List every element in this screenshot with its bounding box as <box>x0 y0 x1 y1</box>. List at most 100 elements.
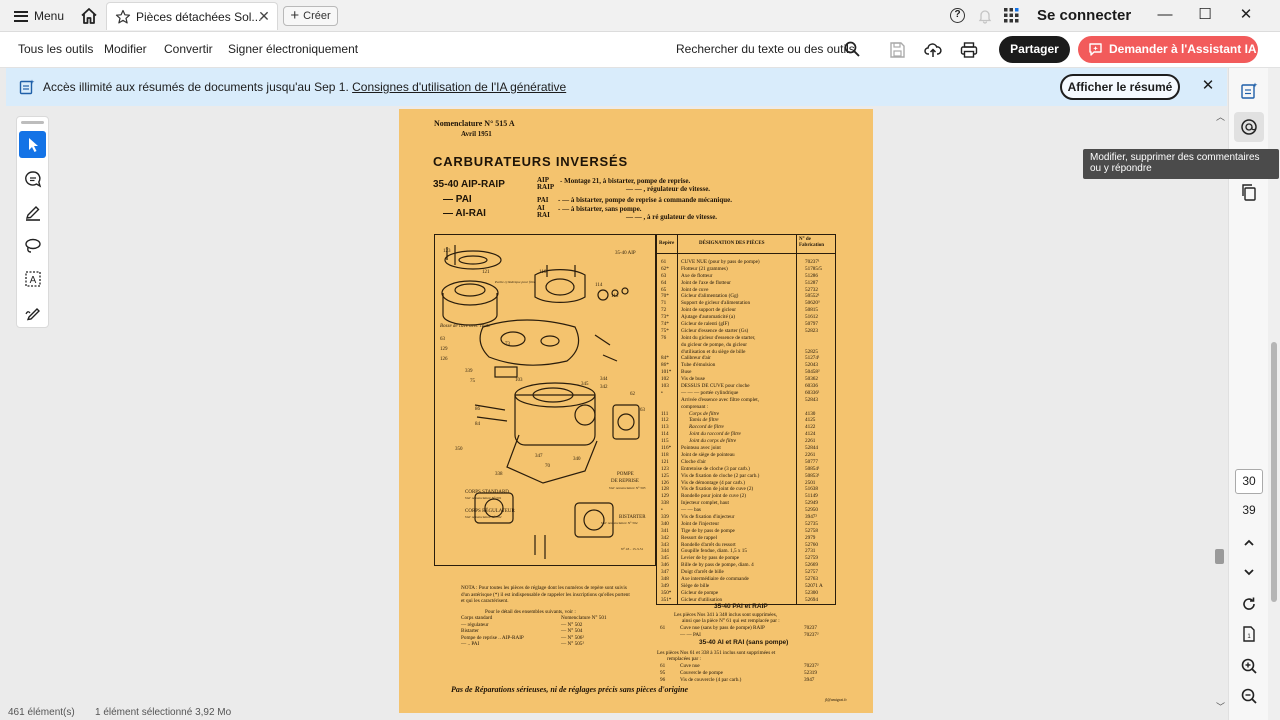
table-row: 113 Raccord de filtre 4122 <box>657 424 835 431</box>
highlight-tool-button[interactable] <box>19 198 46 225</box>
document-tab[interactable]: Pièces détachées Sol... ✕ <box>106 2 278 30</box>
row-designation: Joint de l'axe de flotteur <box>681 279 731 286</box>
select-tool-button[interactable] <box>19 131 46 158</box>
menu-button[interactable]: Menu <box>14 6 64 26</box>
add-comment-tool-button[interactable] <box>19 165 46 192</box>
page-thumbnail-icon[interactable]: 1 <box>1240 625 1258 643</box>
draw-tool-button[interactable] <box>19 232 46 259</box>
row-designation: Siège de bille <box>681 582 710 589</box>
svg-text:350: 350 <box>455 447 463 452</box>
bell-icon[interactable] <box>977 8 993 24</box>
previous-page-icon[interactable] <box>1240 534 1258 552</box>
row-fabrication: 50620³ <box>805 300 820 307</box>
search-icon[interactable] <box>844 41 860 57</box>
row-fabrication: 52950 <box>805 507 818 514</box>
help-icon[interactable]: ? <box>950 8 965 23</box>
parts-table: Repère DÉSIGNATION DES PIÈCES N° de Fabr… <box>656 234 836 605</box>
row-designation: CUVE NUE (pour by pass de pompe) <box>681 259 760 265</box>
table-row: 116* Pointeau avec joint 52844 <box>657 445 835 452</box>
copy-pages-icon[interactable] <box>1240 183 1258 201</box>
print-icon[interactable] <box>960 41 978 59</box>
ai-summary-panel-icon[interactable] <box>1240 82 1258 100</box>
svg-text:75: 75 <box>470 379 476 384</box>
row-fabrication: 4124 <box>805 431 816 438</box>
cloud-upload-icon[interactable] <box>924 41 942 59</box>
sign-tool-button[interactable] <box>19 299 46 326</box>
row-fabrication: 2979 <box>805 534 816 541</box>
star-icon[interactable] <box>115 9 131 25</box>
panel-scroll-thumb[interactable] <box>1271 342 1277 602</box>
table-row: 72 Joint de support de gicleur 50815 <box>657 307 835 314</box>
row-repere: 65 <box>661 286 667 293</box>
model-variants: AIP RAIP <box>537 176 555 191</box>
ai-guidelines-link[interactable]: Consignes d'utilisation de l'IA générati… <box>352 80 566 94</box>
comments-icon[interactable] <box>1240 118 1258 136</box>
next-page-icon[interactable] <box>1240 563 1258 581</box>
convert-menu[interactable]: Convertir <box>164 42 213 56</box>
model-row: — AI-RAI AI RAI - — à bistarter, sans po… <box>433 205 853 222</box>
row-fabrication: 70237² <box>804 663 819 669</box>
create-button[interactable]: + Créer <box>283 6 338 26</box>
home-icon[interactable] <box>79 6 99 26</box>
row-fabrication: 4125 <box>805 417 816 424</box>
row-repere: 76 <box>661 334 667 341</box>
row-fabrication: 51286 <box>805 272 818 279</box>
search-tools-label[interactable]: Rechercher du texte ou des outils <box>676 42 855 56</box>
table-row: 340 Joint de l'injecteur 52735 <box>657 521 835 528</box>
model-desc-2: — — , régulateur de vitesse. <box>626 185 711 193</box>
row-designation: DESSUS DE CUVE pour cloche <box>681 383 750 390</box>
row-designation: Gicleur de pompe <box>681 589 719 596</box>
row-repere: 342 <box>661 534 669 541</box>
ai-assistant-button[interactable]: Demander à l'Assistant IA <box>1078 36 1258 63</box>
close-window-button[interactable]: ✕ <box>1234 4 1258 26</box>
refresh-icon[interactable] <box>1240 595 1258 613</box>
all-tools-menu[interactable]: Tous les outils <box>18 42 93 56</box>
table-row: 64 Joint de l'axe de flotteur 51287 <box>657 280 835 287</box>
row-designation: Vis de démontage (4 par carb.) <box>681 479 745 486</box>
row-fabrication: 50552¹ <box>805 293 820 300</box>
diagram-label-nomen-504: Voir nomenclature N° 504 <box>601 521 638 525</box>
row-repere: 338 <box>661 500 669 507</box>
row-designation: Vis de buse <box>681 376 705 383</box>
minimize-button[interactable]: — <box>1153 4 1177 26</box>
row-designation: — — — portée cylindrique <box>681 389 739 396</box>
pai-text-2: ainsi que la pièce N° 61 qui est remplac… <box>682 618 780 624</box>
banner-close-icon[interactable]: ✕ <box>1200 78 1216 94</box>
show-summary-button[interactable]: Afficher le résumé <box>1060 74 1180 100</box>
text-tool-button[interactable]: A <box>19 265 46 292</box>
share-button[interactable]: Partager <box>999 36 1070 63</box>
save-icon[interactable] <box>888 41 906 59</box>
row-repere: 348 <box>661 575 669 582</box>
table-row: 125 Vis de fixation de cloche (2 par carb… <box>657 473 835 480</box>
diagram-label-partie: Partie cylindrique pour filtre <box>494 280 536 284</box>
table-row: 342 Ressort de rappel 2979 <box>657 535 835 542</box>
pdf-page: Nomenclature N° 515 A Avril 1951 CARBURA… <box>399 109 873 713</box>
current-page-input[interactable]: 30 <box>1235 469 1263 494</box>
scroll-thumb[interactable] <box>1215 549 1224 564</box>
pai-rows: 61 Cuve nue (sans by pass de pompe) RAIP 7… <box>656 625 836 639</box>
status-bar: 461 élément(s) 1 élément sélectionné 3,9… <box>0 707 398 720</box>
edit-menu[interactable]: Modifier <box>104 42 147 56</box>
document-scrollbar[interactable]: ︿ ﹀ <box>1213 107 1227 713</box>
tab-close-icon[interactable]: ✕ <box>257 9 271 23</box>
scroll-down-icon[interactable]: ﹀ <box>1216 700 1225 713</box>
e-sign-menu[interactable]: Signer électroniquement <box>228 42 358 56</box>
maximize-button[interactable]: ☐ <box>1193 4 1217 26</box>
row-designation: Joint du corps de filtre <box>689 438 737 445</box>
apps-grid-icon[interactable] <box>1004 8 1019 23</box>
nota-row-label: — .. PAI <box>461 641 480 647</box>
zoom-in-icon[interactable] <box>1240 657 1258 675</box>
zoom-out-icon[interactable] <box>1240 687 1258 705</box>
table-row: du gicleur de pompe, du gicleur <box>657 342 835 349</box>
scroll-up-icon[interactable]: ︿ <box>1216 110 1225 123</box>
row-fabrication: 51287 <box>805 279 818 286</box>
drag-handle[interactable] <box>21 121 44 124</box>
svg-text:345: 345 <box>581 382 589 387</box>
page-footer: Pas de Réparations sérieuses, ni de régl… <box>451 685 689 694</box>
row-designation: Flotteur (21 grammes) <box>681 265 728 272</box>
row-fabrication: 70237² <box>804 631 819 638</box>
row-repere: 102 <box>661 376 669 383</box>
sign-in-link[interactable]: Se connecter <box>1037 7 1131 24</box>
model-name: 35-40 AIP-RAIP <box>433 179 505 190</box>
model-row: — PAI PAI - — à bistarter, pompe de repr… <box>433 194 853 208</box>
